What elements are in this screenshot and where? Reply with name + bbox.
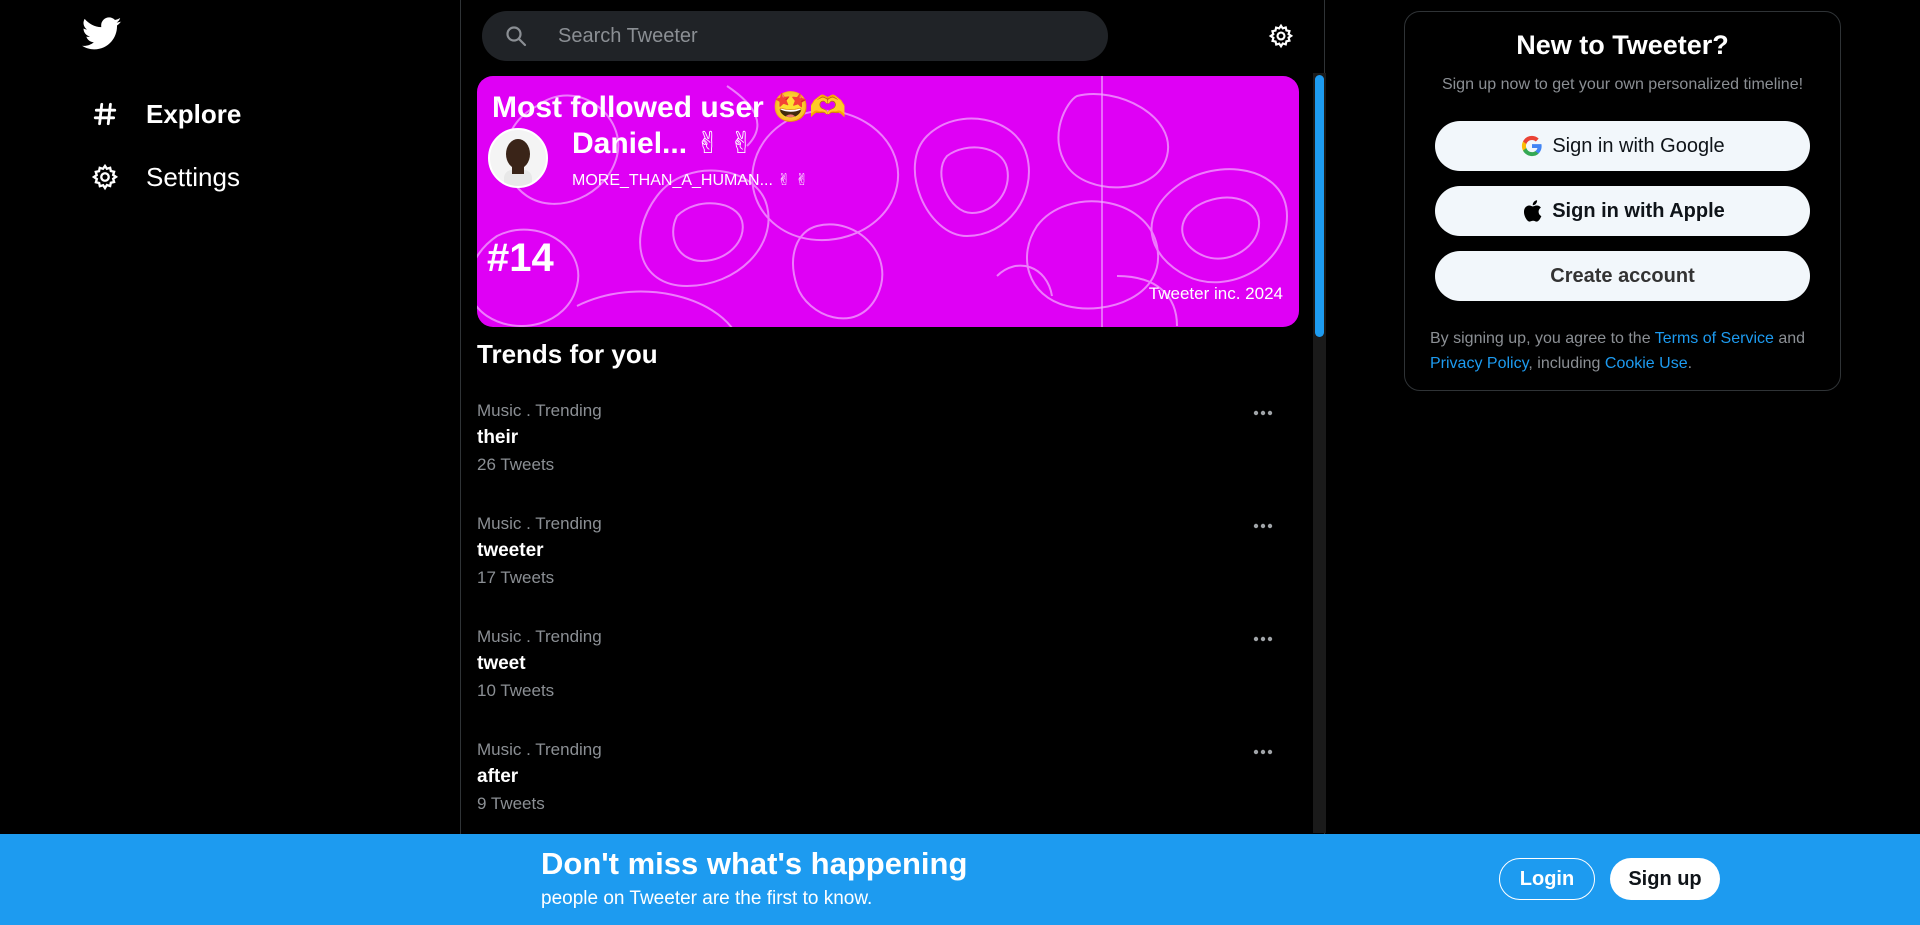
search-input[interactable] <box>558 24 1078 48</box>
twitter-bird-icon[interactable] <box>81 16 122 52</box>
login-button[interactable]: Login <box>1499 858 1595 900</box>
trend-count: 10 Tweets <box>477 681 555 700</box>
trend-item[interactable]: Music . Trending tweeter 17 Tweets <box>477 514 1297 609</box>
trend-item[interactable]: Music . Trending their 26 Tweets <box>477 401 1297 496</box>
create-account-label: Create account <box>1550 264 1695 287</box>
avatar[interactable] <box>488 128 548 188</box>
rank-badge: #14 <box>487 236 554 280</box>
left-sidebar: Explore Settings <box>0 0 460 925</box>
trend-name: tweeter <box>477 540 544 561</box>
sidebar-item-explore[interactable]: Explore <box>90 94 241 134</box>
google-icon <box>1520 134 1544 158</box>
bottom-bar-subtitle: people on Tweeter are the first to know. <box>541 888 873 909</box>
sign-in-apple-label: Sign in with Apple <box>1552 199 1725 222</box>
signup-button[interactable]: Sign up <box>1610 858 1720 900</box>
search-icon <box>504 24 528 48</box>
legal-and: and <box>1773 330 1806 347</box>
search-bar[interactable] <box>482 11 1108 61</box>
more-options-icon[interactable] <box>1249 744 1277 760</box>
scrollbar-thumb[interactable] <box>1315 75 1324 337</box>
user-name[interactable]: Daniel... ✌ ✌ <box>572 126 754 161</box>
trend-category: Music . Trending <box>477 627 602 646</box>
cookie-use-link[interactable]: Cookie Use <box>1605 355 1688 372</box>
privacy-policy-link[interactable]: Privacy Policy <box>1430 355 1528 372</box>
trend-count: 9 Tweets <box>477 794 545 813</box>
sidebar-item-label: Explore <box>146 98 242 129</box>
terms-of-service-link[interactable]: Terms of Service <box>1655 330 1774 347</box>
more-options-icon[interactable] <box>1249 518 1277 534</box>
settings-gear-icon[interactable] <box>1268 23 1294 49</box>
trend-category: Music . Trending <box>477 401 602 420</box>
trend-item[interactable]: Music . Trending tweet 10 Tweets <box>477 627 1297 722</box>
signup-title: New to Tweeter? <box>1516 30 1729 60</box>
main-column: Most followed user 🤩🫶 Daniel... ✌ ✌ MORE… <box>460 0 1326 925</box>
trend-category: Music . Trending <box>477 514 602 533</box>
hashtag-icon <box>90 99 120 129</box>
trend-name: after <box>477 766 519 787</box>
more-options-icon[interactable] <box>1249 631 1277 647</box>
sidebar-item-label: Settings <box>146 161 240 192</box>
sign-in-apple-button[interactable]: Sign in with Apple <box>1435 186 1810 236</box>
sign-in-google-button[interactable]: Sign in with Google <box>1435 121 1810 171</box>
create-account-button[interactable]: Create account <box>1435 251 1810 301</box>
trends-heading: Trends for you <box>477 339 658 369</box>
banner-title: Most followed user 🤩🫶 <box>492 91 847 124</box>
trend-name: tweet <box>477 653 526 674</box>
sign-in-google-label: Sign in with Google <box>1552 134 1725 157</box>
trend-count: 17 Tweets <box>477 568 555 587</box>
trend-count: 26 Tweets <box>477 455 555 474</box>
trend-category: Music . Trending <box>477 740 602 759</box>
user-handle: MORE_THAN_A_HUMAN... ✌ ✌ <box>572 172 809 189</box>
trend-name: their <box>477 427 519 448</box>
banner-copyright: Tweeter inc. 2024 <box>1148 284 1283 303</box>
trend-item[interactable]: Music . Trending after 9 Tweets <box>477 740 1297 833</box>
legal-end: . <box>1687 355 1693 372</box>
legal-prefix: By signing up, you agree to the <box>1430 330 1655 347</box>
feed-scrollbar[interactable] <box>1313 73 1326 833</box>
signup-panel: New to Tweeter? Sign up now to get your … <box>1404 11 1841 391</box>
apple-icon <box>1520 199 1544 223</box>
app-root: Explore Settings Search Tweeter Most fol… <box>0 0 1920 925</box>
gear-icon <box>90 162 120 192</box>
more-options-icon[interactable] <box>1249 405 1277 421</box>
legal-including: , including <box>1528 355 1605 372</box>
sidebar-item-settings[interactable]: Settings <box>90 157 240 197</box>
signup-legal-text: By signing up, you agree to the Terms of… <box>1430 326 1830 376</box>
explore-feed: Most followed user 🤩🫶 Daniel... ✌ ✌ MORE… <box>461 73 1313 833</box>
bottom-bar-title: Don't miss what's happening <box>541 846 968 881</box>
signup-subtitle: Sign up now to get your own personalized… <box>1441 76 1804 93</box>
most-followed-banner[interactable]: Most followed user 🤩🫶 Daniel... ✌ ✌ MORE… <box>477 76 1299 327</box>
bottom-signup-bar: Don't miss what's happening people on Tw… <box>0 834 1920 925</box>
